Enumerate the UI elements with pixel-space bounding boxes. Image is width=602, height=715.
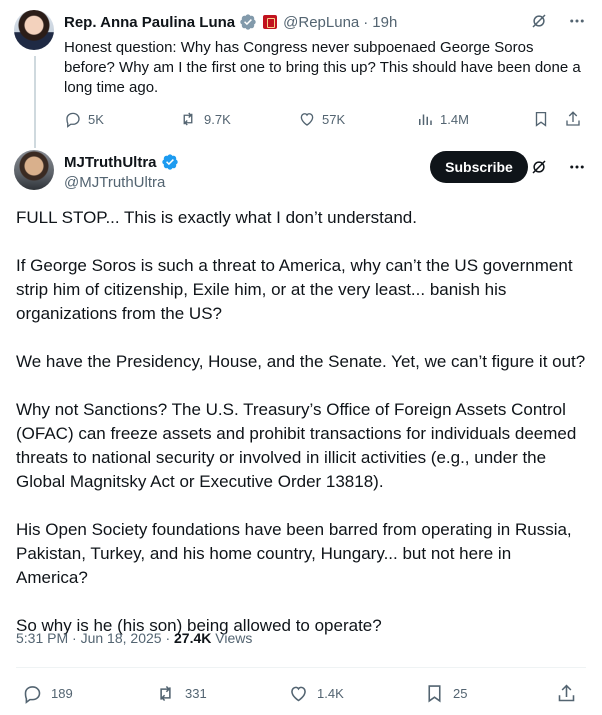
tweet-paragraph: If George Soros is such a threat to Amer… [16,256,573,323]
more-icon[interactable] [568,12,586,30]
subscribe-button[interactable]: Subscribe [430,151,528,183]
bookmark-button[interactable]: 25 [424,681,467,705]
like-button[interactable]: 1.4K [288,681,344,705]
repost-button[interactable]: 331 [154,681,207,705]
heart-icon [288,683,309,704]
analytics-icon [416,110,434,128]
tweet-meta: 5:31 PM · Jun 18, 2025 · 27.4K Views [16,630,252,646]
tweet-paragraph: FULL STOP... This is exactly what I don’… [16,208,417,227]
more-icon[interactable] [568,158,586,176]
affiliate-badge-icon [263,15,278,29]
reply-icon [64,110,82,128]
main-tweet-header: MJTruthUltra @MJTruthUltra [64,152,179,191]
reply-button[interactable]: 189 [22,681,73,705]
repost-icon [154,683,177,704]
bookmark-icon [424,683,445,704]
share-button[interactable] [556,681,577,705]
verified-grey-icon [239,13,257,31]
separator: · [363,13,369,31]
tweet-paragraph: His Open Society foundations have been b… [16,520,572,587]
grok-icon[interactable] [530,158,548,176]
like-count: 1.4K [317,685,344,701]
tweet-paragraph: Why not Sanctions? The U.S. Treasury’s O… [16,400,577,491]
parent-tweet-header: Rep. Anna Paulina Luna @RepLuna · 19h [64,12,397,32]
author-handle[interactable]: @MJTruthUltra [64,174,179,191]
views-button[interactable]: 1.4M [416,108,469,130]
avatar[interactable] [14,150,54,190]
grok-icon[interactable] [530,12,548,30]
author-handle[interactable]: @RepLuna [283,14,359,31]
parent-tweet-text: Honest question: Why has Congress never … [64,39,581,96]
like-count: 57K [322,111,346,127]
reply-button[interactable]: 5K [64,108,104,130]
divider [16,667,586,668]
main-tweet-action-bar: 189 331 1.4K 25 [16,681,586,705]
views-count: 27.4K [174,630,212,646]
verified-blue-icon [161,153,179,171]
separator: · [72,630,77,646]
reply-icon [22,683,43,704]
tweet-paragraph: We have the Presidency, House, and the S… [16,352,586,371]
repost-count: 331 [185,685,207,701]
author-name[interactable]: MJTruthUltra [64,154,157,171]
views-count: 1.4M [440,111,469,127]
share-icon [556,683,577,704]
parent-tweet-action-bar: 5K 9.7K 57K 1.4M [64,108,586,130]
bookmark-button[interactable] [532,108,550,130]
main-tweet-actions-top [530,158,586,176]
parent-tweet-actions-top [530,12,586,30]
parent-tweet[interactable]: Rep. Anna Paulina Luna @RepLuna · 19h Ho… [0,0,602,148]
repost-icon [178,110,198,128]
reply-count: 5K [88,111,104,127]
like-button[interactable]: 57K [298,108,345,130]
bookmark-count: 25 [453,685,468,701]
tweet-date[interactable]: Jun 18, 2025 [81,630,162,646]
repost-button[interactable]: 9.7K [178,108,231,130]
heart-icon [298,110,316,128]
avatar[interactable] [14,10,54,50]
share-icon [564,110,582,128]
main-tweet-text: FULL STOP... This is exactly what I don’… [16,206,586,662]
separator: · [165,630,171,646]
share-button[interactable] [564,108,582,130]
tweet-time[interactable]: 5:31 PM [16,630,68,646]
repost-count: 9.7K [204,111,231,127]
timestamp[interactable]: 19h [372,14,397,31]
reply-count: 189 [51,685,73,701]
author-name[interactable]: Rep. Anna Paulina Luna [64,14,235,31]
bookmark-icon [532,110,550,128]
views-label: Views [215,630,253,646]
thread-line [34,56,36,148]
